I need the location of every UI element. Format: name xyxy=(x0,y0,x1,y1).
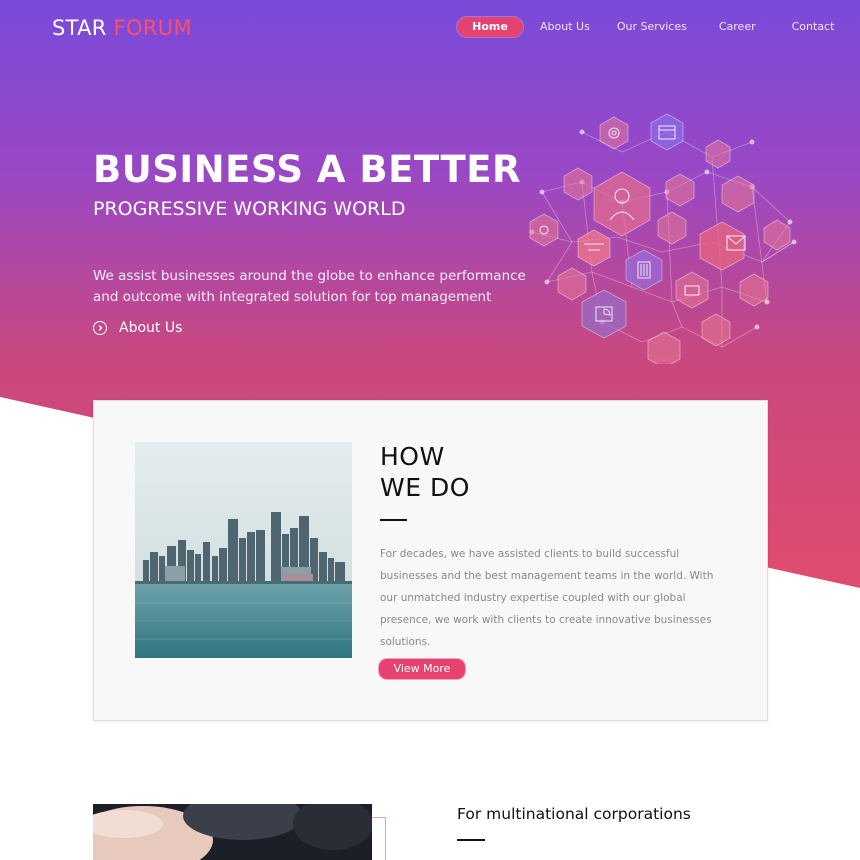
how-we-do-line1: HOW xyxy=(380,442,445,471)
hero-subtitle: PROGRESSIVE WORKING WORLD xyxy=(93,198,406,220)
hero-description: We assist businesses around the globe to… xyxy=(93,268,526,305)
business-network-illustration xyxy=(529,113,797,364)
business-meeting-image xyxy=(93,804,372,860)
multinational-heading: For multinational corporations xyxy=(457,805,691,823)
nav-about-us[interactable]: About Us xyxy=(540,17,590,37)
nav-contact[interactable]: Contact xyxy=(792,17,835,37)
nav-our-services[interactable]: Our Services xyxy=(617,17,687,37)
multinational-divider xyxy=(457,839,485,841)
chevron-right-circle-icon xyxy=(93,321,107,335)
nav-career[interactable]: Career xyxy=(719,17,756,37)
view-more-button[interactable]: View More xyxy=(379,659,465,679)
how-we-do-line2: WE DO xyxy=(380,473,470,502)
about-us-link-label: About Us xyxy=(119,320,183,336)
how-we-do-text: For decades, we have assisted clients to… xyxy=(380,548,714,648)
heading-divider xyxy=(380,519,407,521)
site-logo[interactable]: STAR FORUM xyxy=(52,16,192,40)
logo-part-forum: FORUM xyxy=(113,16,192,40)
how-we-do-card: HOW WE DO For decades, we have assisted … xyxy=(93,400,768,721)
hero-title: BUSINESS A BETTER xyxy=(93,148,522,191)
how-we-do-heading: HOW WE DO xyxy=(380,441,470,503)
decorative-frame xyxy=(372,817,386,860)
nav-home[interactable]: Home xyxy=(457,17,523,37)
city-skyline-image xyxy=(135,442,352,658)
about-us-link[interactable]: About Us xyxy=(93,320,182,336)
logo-part-star: STAR xyxy=(52,16,107,40)
main-navigation: Home About Us Our Services Career Contac… xyxy=(457,17,834,37)
